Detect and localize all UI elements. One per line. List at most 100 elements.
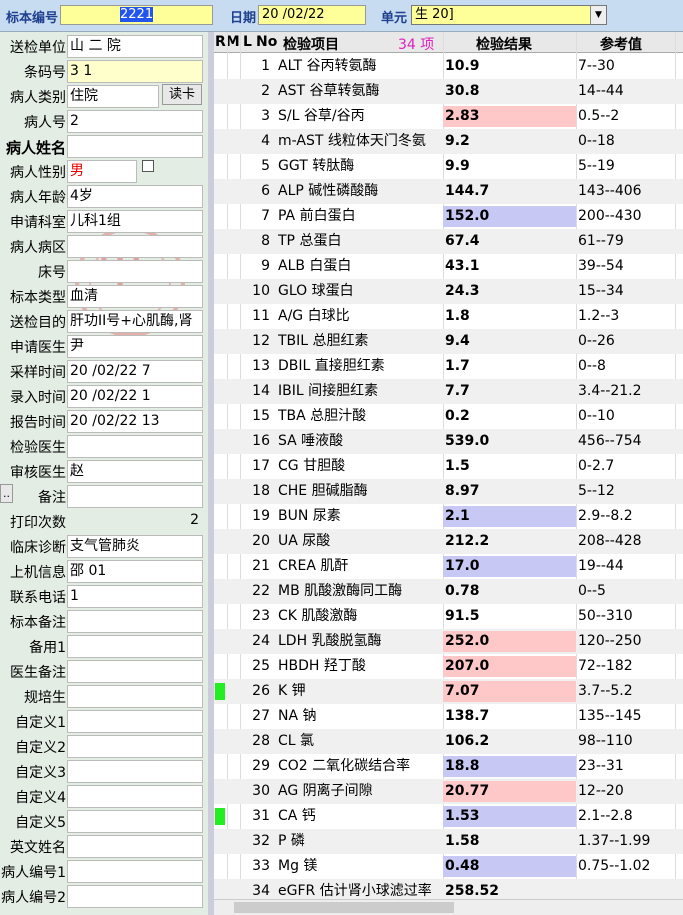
field-input[interactable] [67, 260, 203, 283]
field-input[interactable]: 20 /02/22 13 [67, 410, 203, 433]
table-row[interactable]: 6 ALP 碱性磷酸酶 144.7 143--406 [214, 179, 683, 204]
field-input[interactable]: 肝功II号+心肌酶,肾 [67, 310, 203, 333]
field-input[interactable]: 邵 01 [67, 560, 203, 583]
table-row[interactable]: 19 BUN 尿素 2.1 2.9--8.2 [214, 504, 683, 529]
scrollbar-thumb[interactable] [234, 902, 454, 913]
field-input[interactable] [67, 135, 203, 158]
field-input[interactable] [67, 810, 203, 833]
table-row[interactable]: 21 CREA 肌酐 17.0 19--44 [214, 554, 683, 579]
table-row[interactable]: 15 TBA 总胆汁酸 0.2 0--10 [214, 404, 683, 429]
cell-name: ALB 白蛋白 [278, 258, 352, 274]
cell-result: 67.4 [445, 233, 480, 249]
cell-no: 18 [252, 483, 270, 499]
cell-ref: 14--44 [578, 83, 624, 99]
cell-name: AG 阴离子间隙 [278, 783, 373, 799]
field-input[interactable]: 4岁 [67, 185, 203, 208]
cell-name: NA 钠 [278, 708, 317, 724]
table-row[interactable]: 23 CK 肌酸激酶 91.5 50--310 [214, 604, 683, 629]
table-row[interactable]: 13 DBIL 直接胆红素 1.7 0--8 [214, 354, 683, 379]
unit-select[interactable]: 生 20] ▼ [411, 5, 607, 25]
table-row[interactable]: 4 m-AST 线粒体天门冬氨 9.2 0--18 [214, 129, 683, 154]
grid-header: RM L No 检验项目 34 项 检验结果 参考值 [214, 32, 683, 53]
field-input[interactable] [67, 435, 203, 458]
field-input[interactable] [67, 710, 203, 733]
field-input[interactable] [67, 860, 203, 883]
read-card-button[interactable]: 读卡 [162, 84, 202, 105]
table-row[interactable]: 11 A/G 白球比 1.8 1.2--3 [214, 304, 683, 329]
field-input[interactable]: 住院 [67, 85, 159, 108]
table-row[interactable]: 3 S/L 谷草/谷丙 2.83 0.5--2 [214, 104, 683, 129]
col-result[interactable]: 检验结果 [476, 34, 532, 54]
table-row[interactable]: 28 CL 氯 106.2 98--110 [214, 729, 683, 754]
field-input[interactable]: 尹 [67, 335, 203, 358]
field-input[interactable] [67, 760, 203, 783]
table-row[interactable]: 9 ALB 白蛋白 43.1 39--54 [214, 254, 683, 279]
cell-result: 138.7 [445, 708, 490, 724]
field-input[interactable]: 20 /02/22 1 [67, 385, 203, 408]
form-row: 备注 [0, 484, 208, 509]
field-input[interactable]: 赵 [67, 460, 203, 483]
specimen-number-input[interactable]: 2221 [60, 5, 213, 25]
table-row[interactable]: 10 GLO 球蛋白 24.3 15--34 [214, 279, 683, 304]
table-row[interactable]: 1 ALT 谷丙转氨酶 10.9 7--30 [214, 54, 683, 79]
table-row[interactable]: 25 HBDH 羟丁酸 207.0 72--182 [214, 654, 683, 679]
field-input[interactable] [67, 635, 203, 658]
table-row[interactable]: 29 CO2 二氧化碳结合率 18.8 23--31 [214, 754, 683, 779]
table-row[interactable]: 30 AG 阴离子间隙 20.77 12--20 [214, 779, 683, 804]
date-input[interactable]: 20 /02/22 [258, 5, 366, 25]
field-input[interactable]: 支气管肺炎 [67, 535, 203, 558]
field-input[interactable] [67, 835, 203, 858]
table-row[interactable]: 2 AST 谷草转氨酶 30.8 14--44 [214, 79, 683, 104]
field-input[interactable]: 1 [67, 585, 203, 608]
field-input[interactable] [67, 660, 203, 683]
cell-ref: 5--12 [578, 483, 615, 499]
field-input[interactable] [67, 685, 203, 708]
table-row[interactable]: 18 CHE 胆碱脂酶 8.97 5--12 [214, 479, 683, 504]
chevron-down-icon[interactable]: ▼ [590, 6, 606, 24]
field-input[interactable]: 男 [67, 160, 137, 183]
field-input[interactable] [67, 610, 203, 633]
table-row[interactable]: 32 P 磷 1.58 1.37--1.99 [214, 829, 683, 854]
field-input[interactable] [67, 785, 203, 808]
table-row[interactable]: 16 SA 唾液酸 539.0 456--754 [214, 429, 683, 454]
table-row[interactable]: 26 K 钾 7.07 3.7--5.2 [214, 679, 683, 704]
col-item[interactable]: 检验项目 [283, 34, 339, 54]
field-input[interactable]: 血清 [67, 285, 203, 308]
form-row: 申请科室 儿科1组 [0, 209, 208, 234]
field-input[interactable]: 3 1 [67, 60, 203, 83]
horizontal-scrollbar[interactable] [214, 899, 683, 915]
table-row[interactable]: 22 MB 肌酸激酶同工酶 0.78 0--5 [214, 579, 683, 604]
table-row[interactable]: 12 TBIL 总胆红素 9.4 0--26 [214, 329, 683, 354]
table-row[interactable]: 31 CA 钙 1.53 2.1--2.8 [214, 804, 683, 829]
col-ref[interactable]: 参考值 [600, 34, 642, 54]
table-row[interactable]: 24 LDH 乳酸脱氢酶 252.0 120--250 [214, 629, 683, 654]
col-no[interactable]: No [256, 34, 277, 50]
cell-result: 30.8 [445, 83, 480, 99]
col-l[interactable]: L [243, 34, 252, 50]
field-input[interactable] [67, 735, 203, 758]
remark-more-button[interactable]: .. [0, 484, 13, 503]
table-row[interactable]: 8 TP 总蛋白 67.4 61--79 [214, 229, 683, 254]
field-input[interactable]: 20 /02/22 7 [67, 360, 203, 383]
field-input[interactable] [67, 885, 203, 908]
table-row[interactable]: 33 Mg 镁 0.48 0.75--1.02 [214, 854, 683, 879]
cell-ref: 135--145 [578, 708, 642, 724]
sex-checkbox[interactable] [142, 160, 154, 172]
cell-name: m-AST 线粒体天门冬氨 [278, 133, 426, 149]
table-row[interactable]: 20 UA 尿酸 212.2 208--428 [214, 529, 683, 554]
cell-ref: 19--44 [578, 558, 624, 574]
field-input[interactable] [67, 485, 203, 508]
form-row: 审核医生赵 [0, 459, 208, 484]
field-input[interactable] [67, 235, 203, 258]
field-input[interactable]: 山 二 院 [67, 35, 203, 58]
cell-result: 2.83 [445, 108, 480, 124]
table-row[interactable]: 27 NA 钠 138.7 135--145 [214, 704, 683, 729]
table-row[interactable]: 7 PA 前白蛋白 152.0 200--430 [214, 204, 683, 229]
table-row[interactable]: 14 IBIL 间接胆红素 7.7 3.4--21.2 [214, 379, 683, 404]
field-input[interactable]: 2 [67, 510, 203, 533]
field-input[interactable]: 儿科1组 [67, 210, 203, 233]
cell-no: 6 [261, 183, 270, 199]
table-row[interactable]: 17 CG 甘胆酸 1.5 0-2.7 [214, 454, 683, 479]
table-row[interactable]: 5 GGT 转肽酶 9.9 5--19 [214, 154, 683, 179]
field-input[interactable]: 2 [67, 110, 203, 133]
